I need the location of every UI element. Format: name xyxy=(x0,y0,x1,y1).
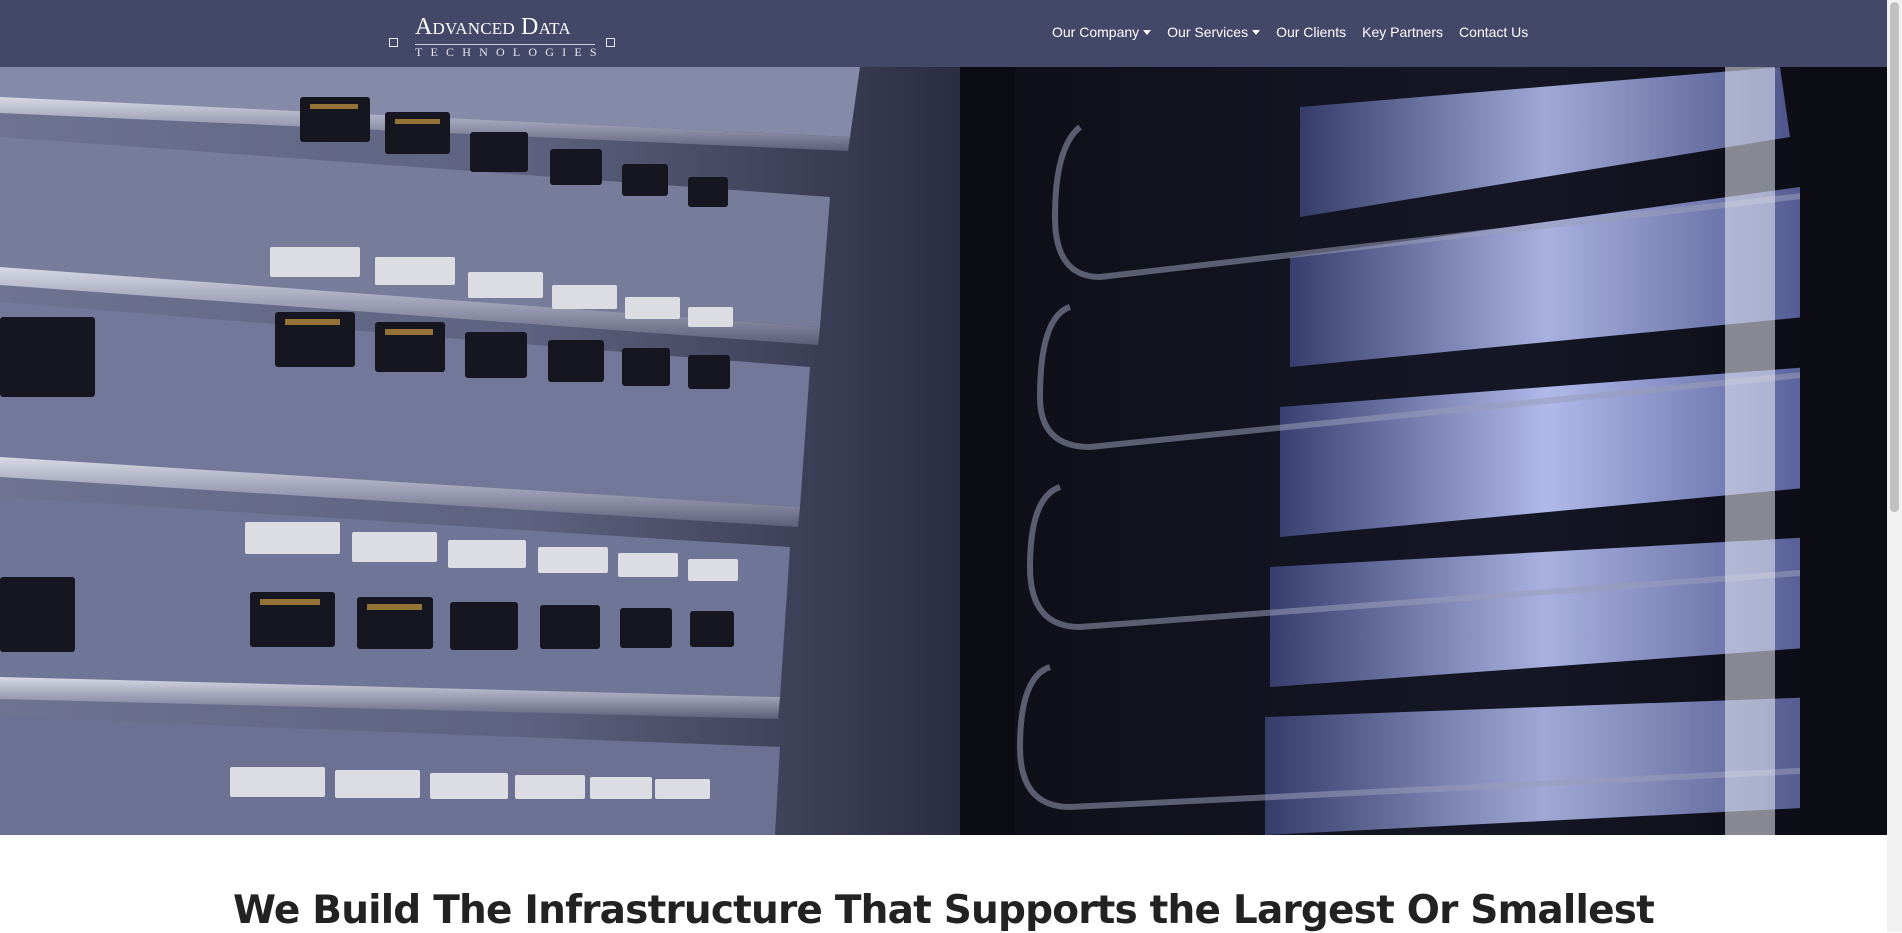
nav-our-clients[interactable]: Our Clients xyxy=(1276,24,1346,40)
brand-logo[interactable]: Advanced Data TECHNOLOGIES xyxy=(388,14,618,60)
server-rack-photo xyxy=(0,67,1887,835)
nav-label: Our Clients xyxy=(1276,24,1347,40)
scrollbar-thumb[interactable] xyxy=(1890,2,1899,512)
nav-our-services[interactable]: Our Services xyxy=(1167,24,1261,40)
nav-key-partners[interactable]: Key Partners xyxy=(1362,24,1443,40)
hero-image xyxy=(0,67,1887,835)
nav-label: Our Company xyxy=(1052,24,1140,40)
nav-contact-us[interactable]: Contact Us xyxy=(1459,24,1528,40)
nav-label: Our Services xyxy=(1167,24,1249,40)
page-scrollbar[interactable] xyxy=(1887,0,1902,932)
logo-right-square-icon xyxy=(606,38,615,47)
caret-down-icon xyxy=(1252,29,1261,35)
caret-down-icon xyxy=(1143,29,1152,35)
nav-label: Key Partners xyxy=(1362,24,1444,40)
top-navbar: Advanced Data TECHNOLOGIES Our Company O… xyxy=(0,0,1887,67)
main-nav: Our Company Our Services Our Clients Key… xyxy=(1052,24,1544,40)
brand-tagline: TECHNOLOGIES xyxy=(415,45,605,59)
page-heading: We Build The Infrastructure That Support… xyxy=(233,888,1655,933)
nav-label: Contact Us xyxy=(1459,24,1529,40)
logo-left-square-icon xyxy=(389,38,398,47)
brand-name: Advanced Data xyxy=(415,14,571,40)
nav-our-company[interactable]: Our Company xyxy=(1052,24,1152,40)
